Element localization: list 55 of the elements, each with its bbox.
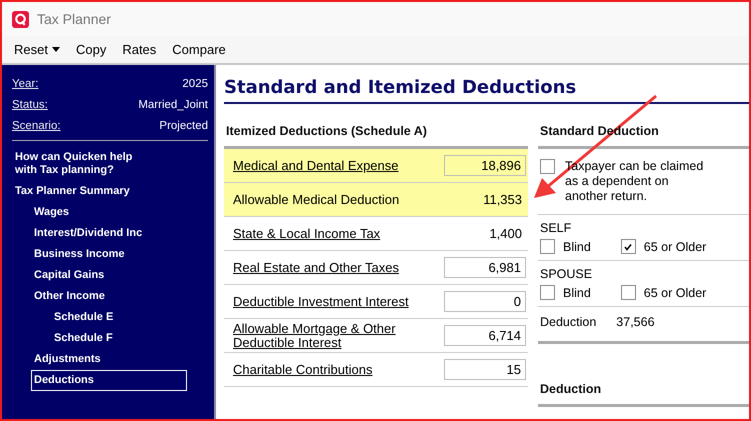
sidebar-item[interactable]: Deductions [31, 370, 187, 391]
deduction-label: Deduction [540, 315, 596, 329]
amount-field[interactable]: 0 [444, 291, 526, 312]
page-title: Standard and Itemized Deductions [224, 65, 749, 104]
sidebar-item[interactable]: Business Income [31, 244, 187, 265]
sidebar-item[interactable]: Other Income [31, 286, 187, 307]
deduction-label: Allowable Medical Deduction [233, 192, 400, 206]
menu-item[interactable]: Rates [116, 40, 162, 59]
section-heading: Itemized Deductions (Schedule A) [225, 123, 428, 140]
checkbox[interactable] [540, 285, 555, 300]
amount-field[interactable]: 6,714 [444, 325, 526, 346]
sidebar-item[interactable]: Schedule F [51, 328, 197, 349]
sidebar-item[interactable]: Interest/Dividend Inc [31, 223, 187, 244]
deduction-link[interactable]: Charitable Contributions [233, 362, 413, 376]
menu-item[interactable]: Reset [8, 40, 66, 59]
checkbox-label: 65 or Older [644, 286, 706, 300]
checkbox-label: Blind [563, 286, 591, 300]
amount-field[interactable]: 6,981 [444, 257, 526, 278]
sidebar-link[interactable]: Year: [12, 78, 38, 90]
window-title: Tax Planner [37, 11, 111, 27]
amount-field[interactable]: 15 [444, 359, 526, 380]
deduction-link[interactable]: Real Estate and Other Taxes [233, 260, 413, 274]
checkbox[interactable] [620, 239, 636, 254]
amount-value: 1,400 [489, 226, 523, 241]
amount-field[interactable]: 18,896 [444, 155, 526, 176]
deduction-link[interactable]: Deductible Investment Interest [233, 294, 413, 308]
deduction-link[interactable]: Allowable Mortgage & Other Deductible Interest [233, 322, 413, 350]
checkbox-label: 65 or Older [644, 240, 706, 254]
deduction-value: 37,566 [616, 315, 655, 329]
checkbox[interactable] [540, 239, 555, 254]
sidebar-item[interactable]: Tax Planner Summary [12, 181, 158, 202]
sidebar-value: Projected [159, 120, 208, 132]
app-logo-icon [12, 10, 29, 28]
group-label: SELF [540, 221, 572, 235]
sidebar-item[interactable]: Adjustments [31, 349, 187, 370]
sidebar-item[interactable]: How can Quicken help with Tax planning? [12, 147, 158, 181]
caret-icon [52, 47, 60, 52]
sidebar-link[interactable]: Status: [12, 98, 48, 110]
check-icon [623, 242, 634, 252]
menu-item[interactable]: Compare [166, 40, 232, 59]
group-label: SPOUSE [540, 267, 594, 281]
checkbox[interactable] [540, 159, 555, 174]
sidebar-link[interactable]: Scenario: [12, 120, 61, 132]
sidebar-item[interactable]: Capital Gains [31, 265, 187, 286]
sidebar-value: 2025 [182, 78, 208, 90]
sidebar-item[interactable]: Wages [31, 202, 187, 223]
checkbox[interactable] [620, 285, 636, 300]
section-heading: Deduction [539, 381, 602, 398]
sidebar-value: Married_Joint [138, 98, 208, 110]
deduction-link[interactable]: Medical and Dental Expense [233, 158, 413, 172]
amount-value: 11,353 [483, 192, 523, 207]
deduction-link[interactable]: State & Local Income Tax [233, 226, 413, 240]
menu-item[interactable]: Copy [70, 40, 112, 59]
checkbox-label: Blind [563, 240, 591, 254]
sidebar-item[interactable]: Schedule E [51, 307, 197, 328]
